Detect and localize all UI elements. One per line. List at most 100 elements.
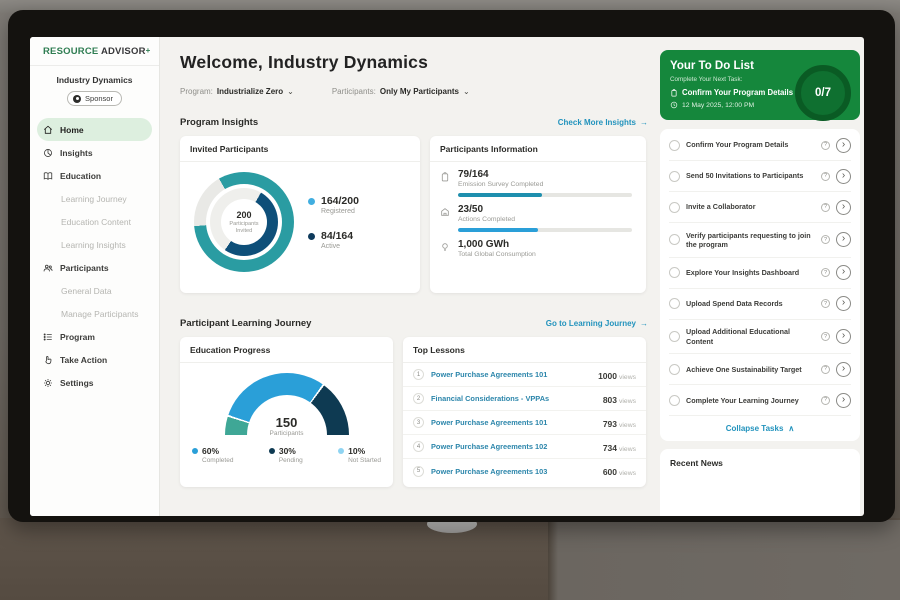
top-lessons-card: Top Lessons 1 Power Purchase Agreements … — [403, 337, 646, 487]
education-progress-card: Education Progress 150 Participants 60% … — [180, 337, 393, 487]
invited-participants-card: Invited Participants 200 Participants In… — [180, 136, 420, 293]
sidebar-item-insights[interactable]: Insights — [30, 141, 159, 164]
sidebar-item-learning-journey[interactable]: Learning Journey — [30, 187, 159, 210]
chevron-right-button[interactable]: › — [836, 200, 851, 215]
task-row[interactable]: Achieve One Sustainability Target ? › — [669, 354, 851, 385]
sidebar-item-general-data[interactable]: General Data — [30, 279, 159, 302]
lesson-link[interactable]: Financial Considerations - VPPAs — [431, 394, 596, 403]
task-row[interactable]: Upload Spend Data Records ? › — [669, 289, 851, 320]
legend-item-pending: 30% Pending — [269, 446, 303, 464]
home-icon — [43, 125, 53, 135]
wall-background — [548, 520, 900, 600]
chevron-right-button[interactable]: › — [836, 296, 851, 311]
lesson-rank: 4 — [413, 441, 424, 452]
card-title: Invited Participants — [180, 136, 420, 162]
help-icon[interactable]: ? — [821, 332, 830, 341]
task-row[interactable]: Confirm Your Program Details ? › — [669, 130, 851, 161]
page-title: Welcome, Industry Dynamics — [180, 52, 428, 73]
help-icon[interactable]: ? — [821, 141, 830, 150]
card-title: Participants Information — [430, 136, 646, 162]
help-icon[interactable]: ? — [821, 172, 830, 181]
chevron-right-button[interactable]: › — [836, 393, 851, 408]
lesson-link[interactable]: Power Purchase Agreements 103 — [431, 467, 596, 476]
sidebar-item-education-content[interactable]: Education Content — [30, 210, 159, 233]
sidebar-item-participants[interactable]: Participants — [30, 256, 159, 279]
legend-item-completed: 60% Completed — [192, 446, 233, 464]
gauge-center-label: 150 Participants — [225, 415, 349, 437]
legend-dot — [269, 448, 275, 454]
help-icon[interactable]: ? — [821, 299, 830, 308]
lesson-row: 5 Power Purchase Agreements 103 600views — [403, 459, 646, 483]
chevron-right-button[interactable]: › — [836, 329, 851, 344]
recent-news-title: Recent News — [670, 458, 850, 468]
lesson-rank: 5 — [413, 466, 424, 477]
checkbox-icon[interactable] — [669, 267, 680, 278]
lesson-row: 1 Power Purchase Agreements 101 1000view… — [403, 363, 646, 387]
main-content: Welcome, Industry Dynamics Program: Indu… — [160, 37, 660, 516]
chevron-right-button[interactable]: › — [836, 362, 851, 377]
help-icon[interactable]: ? — [821, 396, 830, 405]
checkbox-icon[interactable] — [669, 202, 680, 213]
chevron-right-button[interactable]: › — [836, 169, 851, 184]
task-row[interactable]: Upload Additional Educational Content ? … — [669, 320, 851, 355]
lesson-link[interactable]: Power Purchase Agreements 101 — [431, 418, 596, 427]
sponsor-badge-label: Sponsor — [85, 94, 113, 103]
check-more-insights-link[interactable]: Check More Insights → — [558, 118, 648, 127]
donut-legend: 164/200 Registered 84/164 Active — [308, 195, 359, 250]
program-insights-heading: Program Insights — [180, 117, 258, 128]
card-title: Top Lessons — [403, 337, 646, 363]
sidebar-item-manage-participants[interactable]: Manage Participants — [30, 302, 159, 325]
task-row[interactable]: Send 50 Invitations to Participants ? › — [669, 161, 851, 192]
participants-filter[interactable]: Participants: Only My Participants ⌄ — [332, 87, 470, 96]
task-row[interactable]: Invite a Collaborator ? › — [669, 192, 851, 223]
legend-dot — [308, 198, 315, 205]
chevron-right-button[interactable]: › — [836, 232, 851, 247]
help-icon[interactable]: ? — [821, 268, 830, 277]
legend-dot — [192, 448, 198, 454]
checkbox-icon[interactable] — [669, 364, 680, 375]
checkbox-icon[interactable] — [669, 140, 680, 151]
chevron-right-button[interactable]: › — [836, 265, 851, 280]
sidebar-item-take-action[interactable]: Take Action — [30, 348, 159, 371]
sidebar-item-home[interactable]: Home — [37, 118, 152, 141]
help-icon[interactable]: ? — [821, 203, 830, 212]
insights-icon — [43, 148, 53, 158]
task-row[interactable]: Verify participants requesting to join t… — [669, 223, 851, 258]
collapse-tasks-link[interactable]: Collapse Tasks ∧ — [669, 416, 851, 437]
education-gauge-chart: 150 Participants — [225, 373, 349, 437]
checkbox-icon[interactable] — [669, 395, 680, 406]
sidebar-item-program[interactable]: Program — [30, 325, 159, 348]
energy-icon — [440, 242, 450, 252]
sidebar-item-settings[interactable]: Settings — [30, 371, 159, 394]
help-icon[interactable]: ? — [821, 235, 830, 244]
checkbox-icon[interactable] — [669, 331, 680, 342]
invited-donut-chart: 200 Participants Invited — [194, 172, 294, 272]
actions-icon — [440, 207, 450, 217]
task-row[interactable]: Explore Your Insights Dashboard ? › — [669, 258, 851, 289]
arrow-right-icon: → — [640, 118, 648, 127]
survey-icon — [440, 172, 450, 182]
stat-emission-survey: 79/164 Emission Survey Completed — [430, 162, 646, 197]
lesson-link[interactable]: Power Purchase Agreements 101 — [431, 370, 591, 379]
lesson-link[interactable]: Power Purchase Agreements 102 — [431, 442, 596, 451]
checkbox-icon[interactable] — [669, 234, 680, 245]
lesson-rank: 3 — [413, 417, 424, 428]
sponsor-badge[interactable]: Sponsor — [67, 91, 122, 106]
arrow-right-icon: → — [640, 319, 648, 328]
chevron-down-icon: ⌄ — [463, 87, 470, 96]
chevron-up-icon: ∧ — [788, 424, 794, 433]
app-logo: RESOURCE ADVISOR+ — [30, 37, 159, 66]
help-icon[interactable]: ? — [821, 365, 830, 374]
sidebar-item-learning-insights[interactable]: Learning Insights — [30, 233, 159, 256]
lesson-row: 4 Power Purchase Agreements 102 734views — [403, 435, 646, 459]
program-filter[interactable]: Program: Industrialize Zero ⌄ — [180, 87, 294, 96]
chevron-right-button[interactable]: › — [836, 138, 851, 153]
sidebar-item-education[interactable]: Education — [30, 164, 159, 187]
checkbox-icon[interactable] — [669, 298, 680, 309]
take-action-icon — [43, 355, 53, 365]
task-row[interactable]: Complete Your Learning Journey ? › — [669, 385, 851, 416]
checkbox-icon[interactable] — [669, 171, 680, 182]
lesson-row: 3 Power Purchase Agreements 101 793views — [403, 411, 646, 435]
dashboard-screen: RESOURCE ADVISOR+ Industry Dynamics Spon… — [30, 37, 864, 516]
go-to-learning-journey-link[interactable]: Go to Learning Journey → — [546, 319, 648, 328]
